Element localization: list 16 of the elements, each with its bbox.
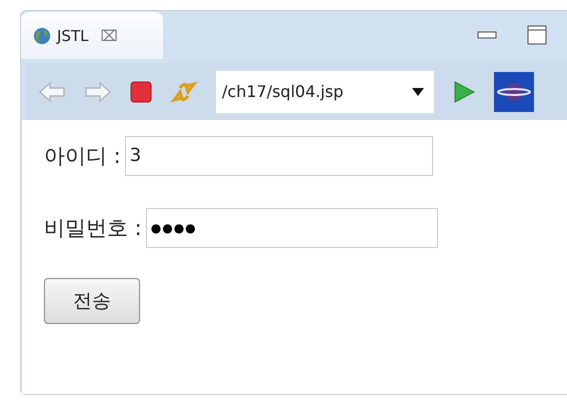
password-field[interactable]: ●●●●	[146, 208, 438, 248]
play-icon[interactable]	[452, 80, 476, 104]
close-tab-button[interactable]: ⌧	[100, 26, 118, 44]
globe-icon	[33, 26, 51, 44]
input-field[interactable]: 3	[124, 136, 433, 176]
tab-title: JSTL	[57, 26, 88, 44]
field-label: 아이디 :	[44, 143, 121, 170]
planet-icon[interactable]	[494, 72, 534, 112]
minimize-icon[interactable]	[477, 30, 497, 40]
caret-icon	[412, 88, 424, 96]
submit-button[interactable]: 전송	[44, 278, 140, 324]
maximize-icon[interactable]	[527, 25, 547, 45]
editor-tab[interactable]: JSTL ⌧	[21, 12, 163, 59]
url-combo-box[interactable]: /ch17/sql04.jsp	[216, 70, 434, 112]
field-label: 비밀번호 :	[44, 215, 142, 242]
stop-icon[interactable]	[130, 80, 152, 102]
